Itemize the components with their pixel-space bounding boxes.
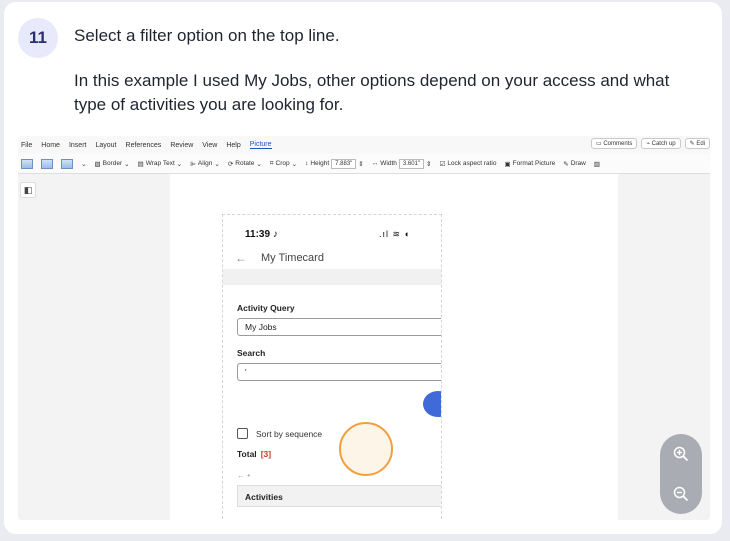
- picture-style-icon: [41, 158, 53, 169]
- menu-references[interactable]: References: [126, 142, 162, 149]
- signal-icon: .ıl: [379, 229, 390, 239]
- chevron-down-icon: ⌄: [176, 160, 183, 168]
- picture-style-3[interactable]: [61, 158, 73, 169]
- back-arrow-icon[interactable]: ←: [235, 251, 247, 265]
- height-input[interactable]: 7.883": [331, 158, 357, 169]
- picture-style-icon: [21, 158, 33, 169]
- crop-button[interactable]: ⌗ Crop ⌄: [270, 160, 297, 168]
- document-page: 11:39 ♪ .ıl ≋ ◐ ← My Timecard Activity Q…: [170, 174, 618, 520]
- image-icon: ▨: [593, 160, 601, 168]
- spinner-icon[interactable]: ⇕: [426, 160, 431, 168]
- width-input[interactable]: 3.601": [398, 158, 425, 169]
- zoom-in-button[interactable]: [660, 434, 702, 474]
- wrap-text-button[interactable]: ▤ Wrap Text ⌄: [138, 160, 183, 168]
- wrap-text-icon: ▤: [137, 160, 144, 168]
- border-icon: ▧: [94, 160, 101, 168]
- crop-icon: ⌗: [269, 159, 274, 167]
- left-margin: ◧: [18, 174, 170, 520]
- edit-button[interactable]: ✎ Edi: [684, 138, 710, 149]
- height-control: ↕ Height 7.883" ⇕: [305, 158, 364, 169]
- styles-dropdown[interactable]: ⌄: [81, 160, 86, 168]
- bell-icon: ♪: [272, 229, 278, 240]
- align-icon: ⊫: [190, 160, 196, 168]
- search-label: Search: [237, 348, 266, 358]
- width-control: ↔ Width 3.601" ⇕: [371, 158, 432, 169]
- menu-help[interactable]: Help: [226, 142, 240, 149]
- menu-layout[interactable]: Layout: [95, 142, 116, 149]
- phone-screenshot: 11:39 ♪ .ıl ≋ ◐ ← My Timecard Activity Q…: [222, 214, 442, 520]
- lock-aspect-checkbox[interactable]: ☑ Lock aspect ratio: [439, 160, 496, 168]
- search-input[interactable]: ': [237, 363, 441, 381]
- screen-title: My Timecard: [261, 252, 324, 264]
- width-icon: ↔: [371, 160, 379, 167]
- draw-button[interactable]: ✎ Draw: [563, 160, 586, 168]
- zoom-controls: [660, 434, 702, 514]
- activity-query-select[interactable]: My Jobs: [237, 318, 441, 336]
- picture-style-2[interactable]: [41, 158, 53, 169]
- collapse-arrow-icon[interactable]: ← •: [237, 471, 250, 480]
- total-count: Total [3]: [237, 449, 272, 459]
- navigation-pane-icon[interactable]: ◧: [20, 182, 36, 198]
- step-card: 11 Select a filter option on the top lin…: [4, 2, 722, 534]
- menu-home[interactable]: Home: [41, 142, 60, 149]
- catch-up-button[interactable]: ⌁ Catch up: [641, 138, 681, 149]
- format-picture-icon: ▣: [504, 160, 511, 168]
- status-icons: .ıl ≋ ◐: [379, 229, 411, 240]
- height-icon: ↕: [305, 160, 309, 167]
- image-button[interactable]: ▨: [594, 160, 600, 168]
- word-menu-bar: File Home Insert Layout References Revie…: [18, 136, 710, 154]
- sort-by-sequence-label: Sort by sequence: [256, 429, 323, 439]
- menu-picture[interactable]: Picture: [249, 141, 272, 149]
- chevron-down-icon: ⌄: [214, 160, 220, 168]
- header-divider: [223, 269, 441, 285]
- format-picture-button[interactable]: ▣ Format Picture: [504, 160, 555, 168]
- checkbox-icon: ☑: [439, 160, 446, 168]
- battery-icon: ◐: [404, 229, 412, 239]
- sort-by-sequence-checkbox[interactable]: [237, 428, 248, 439]
- comments-button[interactable]: ▭ Comments: [590, 138, 638, 149]
- activity-query-label: Activity Query: [237, 303, 295, 313]
- step-number-badge: 11: [18, 18, 58, 58]
- draw-icon: ✎: [563, 160, 569, 168]
- screenshot: File Home Insert Layout References Revie…: [18, 136, 710, 520]
- status-time: 11:39 ♪: [245, 229, 278, 240]
- spinner-icon[interactable]: ⇕: [358, 160, 363, 168]
- menu-file[interactable]: File: [21, 142, 32, 149]
- menu-review[interactable]: Review: [170, 142, 193, 149]
- menu-view[interactable]: View: [202, 142, 217, 149]
- chevron-down-icon: ⌄: [81, 160, 87, 168]
- activities-table-header: Activities: [237, 485, 441, 507]
- step-description: In this example I used My Jobs, other op…: [74, 71, 670, 114]
- menu-right-group: ▭ Comments ⌁ Catch up ✎ Edi: [590, 138, 710, 149]
- picture-style-1[interactable]: [21, 158, 33, 169]
- total-count-value: [3]: [260, 449, 272, 459]
- chevron-down-icon: ⌄: [256, 160, 262, 168]
- rotate-button[interactable]: ⟳ Rotate ⌄: [228, 160, 262, 168]
- chevron-down-icon: ⌄: [124, 160, 130, 168]
- search-button[interactable]: [423, 391, 441, 417]
- wifi-icon: ≋: [392, 229, 402, 239]
- zoom-out-button[interactable]: [660, 474, 702, 514]
- step-title: Select a filter option on the top line.: [74, 26, 340, 45]
- rotate-icon: ⟳: [227, 160, 234, 168]
- zoom-in-icon: [673, 446, 689, 462]
- chevron-down-icon: ⌄: [291, 160, 298, 168]
- picture-toolbar: ⌄ ▧ Border ⌄ ▤ Wrap Text ⌄ ⊫ Align ⌄ ⟳ Rotate ⌄ …: [18, 154, 710, 174]
- picture-style-icon: [61, 158, 73, 169]
- align-button[interactable]: ⊫ Align ⌄: [190, 160, 220, 168]
- zoom-out-icon: [673, 486, 689, 502]
- border-button[interactable]: ▧ Border ⌄: [94, 160, 129, 168]
- menu-insert[interactable]: Insert: [69, 142, 87, 149]
- click-highlight: [339, 422, 393, 476]
